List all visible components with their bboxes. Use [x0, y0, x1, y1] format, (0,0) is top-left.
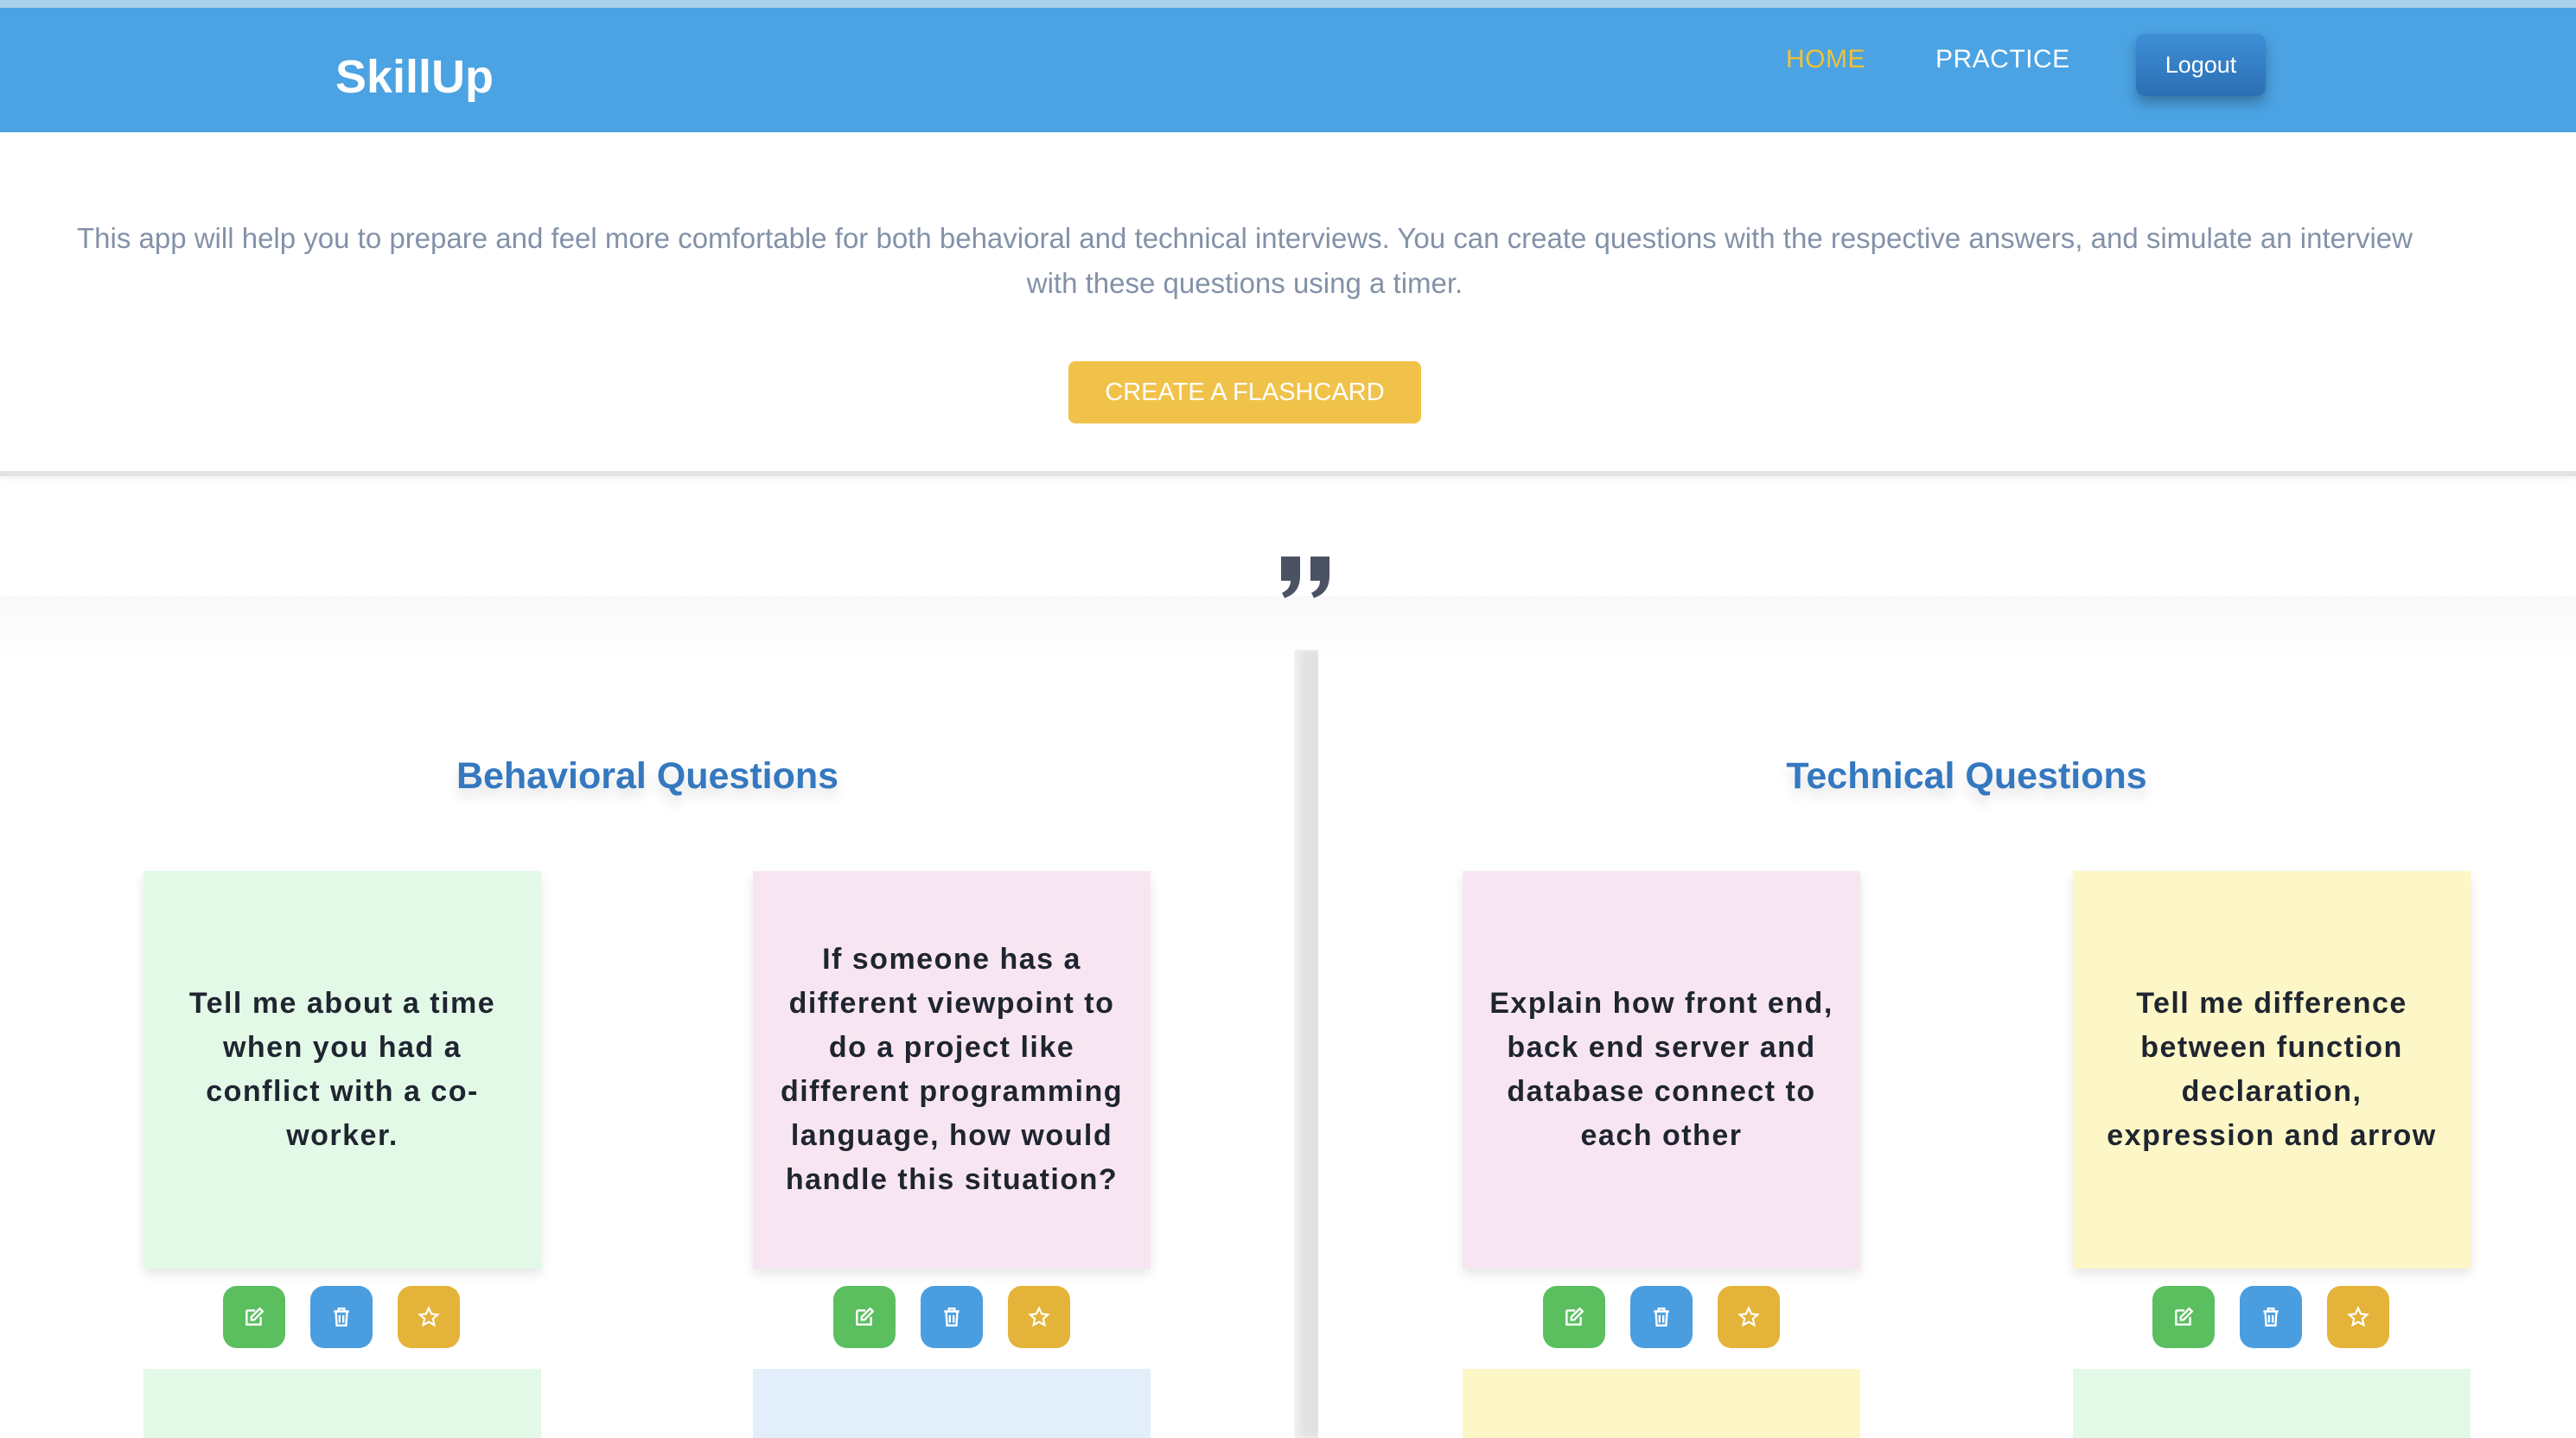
quote-icon [1281, 557, 1329, 598]
behavioral-section-title: Behavioral Questions [456, 755, 839, 797]
flashcard[interactable]: If someone has a different viewpoint to … [753, 871, 1151, 1269]
flashcard[interactable]: Tell me difference between function decl… [2073, 871, 2471, 1269]
flashcard-actions [223, 1286, 461, 1352]
flashcard-next-row[interactable] [2073, 1369, 2471, 1438]
delete-button[interactable] [2240, 1286, 2302, 1348]
flashcard-next-row[interactable] [143, 1369, 541, 1438]
flashcard-question: Tell me about a time when you had a conf… [188, 987, 496, 1152]
favorite-button[interactable] [1718, 1286, 1780, 1348]
flashcard-actions [1543, 1286, 1781, 1352]
flashcard-actions [2152, 1286, 2390, 1352]
column-divider [1294, 650, 1318, 1438]
trash-icon [944, 1308, 960, 1327]
flashcard-question: Explain how front end, back end server a… [1489, 987, 1833, 1152]
flashcard[interactable]: Explain how front end, back end server a… [1463, 871, 1860, 1269]
create-flashcard-button[interactable]: CREATE A FLASHCARD [1068, 361, 1421, 423]
delete-button[interactable] [921, 1286, 983, 1348]
star-icon [2347, 1306, 2369, 1327]
flashcard[interactable]: Tell me about a time when you had a conf… [143, 871, 541, 1269]
flashcard-next-row[interactable] [1463, 1369, 1860, 1438]
logout-button[interactable]: Logout [2136, 34, 2266, 96]
edit-button[interactable] [2152, 1286, 2215, 1348]
favorite-button[interactable] [398, 1286, 460, 1348]
delete-button[interactable] [1630, 1286, 1693, 1348]
section-divider [0, 471, 2576, 476]
navbar: SkillUp HOME PRACTICE Logout [0, 8, 2576, 132]
star-icon [1028, 1306, 1050, 1327]
intro-text: This app will help you to prepare and fe… [76, 222, 2413, 299]
edit-icon [1565, 1307, 1584, 1326]
edit-button[interactable] [833, 1286, 896, 1348]
edit-button[interactable] [1543, 1286, 1605, 1348]
trash-icon [1654, 1308, 1669, 1327]
brand-logo[interactable]: SkillUp [335, 46, 494, 108]
nav-practice-link[interactable]: PRACTICE [1935, 41, 2070, 79]
top-accent-line [0, 0, 2576, 8]
delete-button[interactable] [310, 1286, 373, 1348]
edit-button[interactable] [223, 1286, 285, 1348]
technical-section-title: Technical Questions [1786, 755, 2147, 797]
favorite-button[interactable] [2327, 1286, 2389, 1348]
edit-icon [2175, 1307, 2194, 1326]
flashcard-question: Tell me difference between function decl… [2107, 987, 2437, 1152]
flashcard-question: If someone has a different viewpoint to … [780, 943, 1124, 1196]
trash-icon [2263, 1308, 2279, 1327]
flashcard-actions [833, 1286, 1071, 1352]
star-icon [1738, 1306, 1760, 1327]
trash-icon [334, 1308, 349, 1327]
star-icon [418, 1306, 440, 1327]
edit-icon [856, 1307, 875, 1326]
nav-home-link[interactable]: HOME [1786, 41, 1865, 79]
flashcard-next-row[interactable] [753, 1369, 1151, 1438]
columns-shadow [0, 596, 2576, 665]
edit-icon [245, 1307, 265, 1326]
favorite-button[interactable] [1008, 1286, 1070, 1348]
